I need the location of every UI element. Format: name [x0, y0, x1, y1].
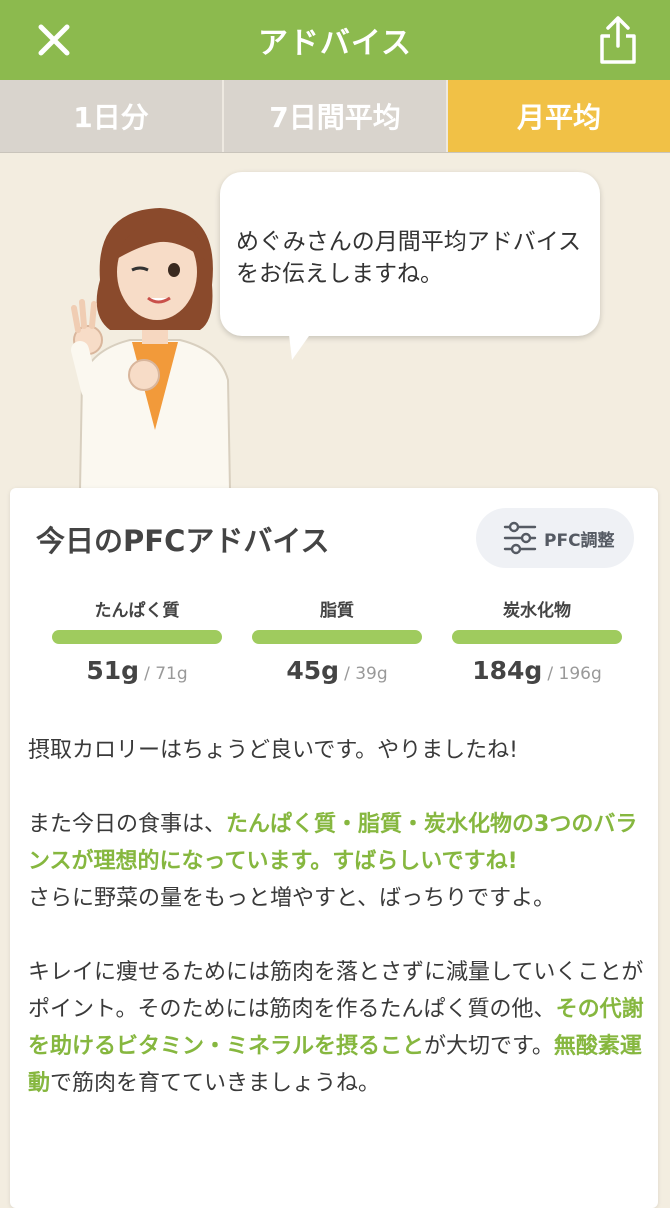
nutrient-bar [252, 630, 422, 644]
nutrient-target: / 39g [344, 664, 388, 684]
sliders-icon [503, 521, 537, 555]
close-icon [38, 24, 70, 56]
nutrient-summary: たんぱく質 51g / 71g 脂質 45g / 39g 炭水化物 184g /… [52, 596, 622, 696]
page-title: アドバイス [257, 26, 413, 61]
nutrient-name: たんぱく質 [94, 601, 180, 621]
pfc-advice-card: 今日のPFCアドバイス PFC調整 たんぱく質 51g / 71g 脂質 45g… [10, 488, 658, 1208]
advice-paragraph-3: キレイに痩せるためには筋肉を落とさずに減量していくことがポイント。そのためには筋… [28, 960, 644, 1096]
nutrient-bar [452, 630, 622, 644]
nutrient-fat: 脂質 45g / 39g [252, 596, 422, 696]
advice-paragraph-2: また今日の食事は、たんぱく質・脂質・炭水化物の3つのバランスが理想的になっていま… [28, 812, 638, 911]
nutrient-protein: たんぱく質 51g / 71g [52, 596, 222, 696]
advice-text: 摂取カロリーはちょうど良いです。やりましたね! また今日の食事は、たんぱく質・脂… [28, 732, 648, 1139]
nutrient-actual: 184g [472, 656, 543, 685]
pfc-adjust-button[interactable]: PFC調整 [476, 508, 634, 568]
tab-weekly-average[interactable]: 7日間平均 [222, 80, 446, 152]
close-button[interactable] [34, 20, 74, 60]
nutrient-target: / 196g [547, 664, 602, 684]
nutrient-carbohydrate: 炭水化物 184g / 196g [452, 596, 622, 696]
period-tabs: 1日分 7日間平均 月平均 [0, 80, 670, 153]
nutrient-bar [52, 630, 222, 644]
advice-paragraph-1: 摂取カロリーはちょうど良いです。やりましたね! [28, 738, 518, 763]
card-title: 今日のPFCアドバイス [36, 524, 330, 558]
nutrient-target: / 71g [144, 664, 188, 684]
nutrient-actual: 51g [86, 656, 140, 685]
speech-line-2: をお伝えしますね。 [236, 261, 443, 287]
nutrient-name: 脂質 [320, 601, 354, 621]
header-bar: アドバイス [0, 0, 670, 80]
share-button[interactable] [594, 14, 642, 66]
speech-bubble-tail [288, 326, 316, 360]
nutrient-actual: 45g [286, 656, 340, 685]
pfc-adjust-label: PFC調整 [544, 530, 615, 551]
tab-daily[interactable]: 1日分 [0, 80, 222, 152]
share-icon [600, 16, 636, 64]
tab-monthly-average[interactable]: 月平均 [446, 80, 670, 152]
speech-line-1: めぐみさんの月間平均アドバイス [236, 229, 581, 255]
speech-bubble-text: めぐみさんの月間平均アドバイス をお伝えしますね。 [236, 226, 586, 290]
nutrient-name: 炭水化物 [503, 601, 571, 621]
